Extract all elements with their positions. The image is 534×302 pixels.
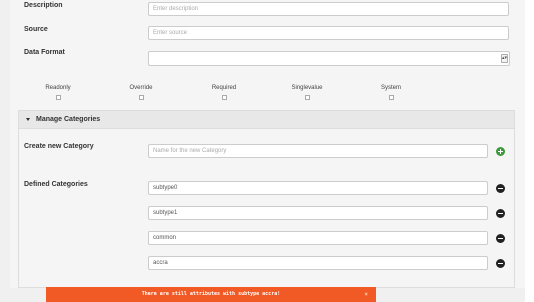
flag-override-label: Override	[129, 85, 153, 91]
source-placeholder: Enter source	[153, 30, 188, 36]
data-format-select[interactable]: ▴▾	[148, 51, 510, 66]
required-checkbox[interactable]	[221, 95, 227, 100]
defined-categories-label: Defined Categories	[24, 181, 88, 188]
remove-category-button[interactable]	[496, 184, 505, 193]
caret-down-icon	[26, 118, 30, 121]
flag-required-label: Required	[211, 85, 237, 91]
page-edge	[525, 0, 534, 302]
source-label: Source	[24, 26, 48, 33]
manage-categories-header[interactable]: Manage Categories	[19, 111, 514, 129]
flag-required: Required	[184, 85, 264, 100]
description-label: Description	[24, 2, 63, 9]
category-field-subtype0[interactable]: subtype0	[148, 181, 488, 195]
category-field-common[interactable]: common	[148, 231, 488, 245]
category-value: subtype0	[153, 185, 178, 191]
category-field-accra[interactable]: accra	[148, 256, 488, 270]
add-category-button[interactable]	[496, 147, 505, 156]
toast-message: There are still attributes with subtype …	[141, 291, 281, 297]
override-checkbox[interactable]	[138, 95, 144, 100]
category-value: subtype1	[153, 210, 178, 216]
flag-override: Override	[101, 85, 181, 100]
flag-singlevalue: Singlevalue	[267, 85, 347, 100]
readonly-checkbox[interactable]	[55, 95, 61, 100]
manage-categories-title: Manage Categories	[36, 116, 101, 123]
description-input[interactable]: Enter description	[148, 2, 509, 16]
remove-category-button[interactable]	[496, 209, 505, 218]
create-category-label: Create new Category	[24, 143, 94, 150]
flag-system-label: System	[380, 85, 401, 91]
flag-readonly: Readonly	[18, 85, 98, 100]
category-value: accra	[153, 260, 168, 266]
source-input[interactable]: Enter source	[148, 26, 509, 40]
new-category-placeholder: Name for the new Category	[153, 148, 227, 154]
system-checkbox[interactable]	[388, 95, 394, 100]
close-icon[interactable]: ×	[364, 287, 368, 302]
remove-category-button[interactable]	[496, 259, 505, 268]
remove-category-button[interactable]	[496, 234, 505, 243]
flag-system: System	[351, 85, 431, 100]
select-arrow-icon: ▴▾	[501, 54, 508, 63]
flag-readonly-label: Readonly	[45, 85, 71, 91]
singlevalue-checkbox[interactable]	[304, 95, 310, 100]
flag-singlevalue-label: Singlevalue	[291, 85, 323, 91]
description-placeholder: Enter description	[153, 6, 199, 12]
data-format-label: Data Format	[24, 49, 65, 56]
category-field-subtype1[interactable]: subtype1	[148, 206, 488, 220]
new-category-input[interactable]: Name for the new Category	[148, 144, 488, 158]
category-value: common	[153, 235, 177, 241]
error-toast: There are still attributes with subtype …	[46, 287, 376, 302]
